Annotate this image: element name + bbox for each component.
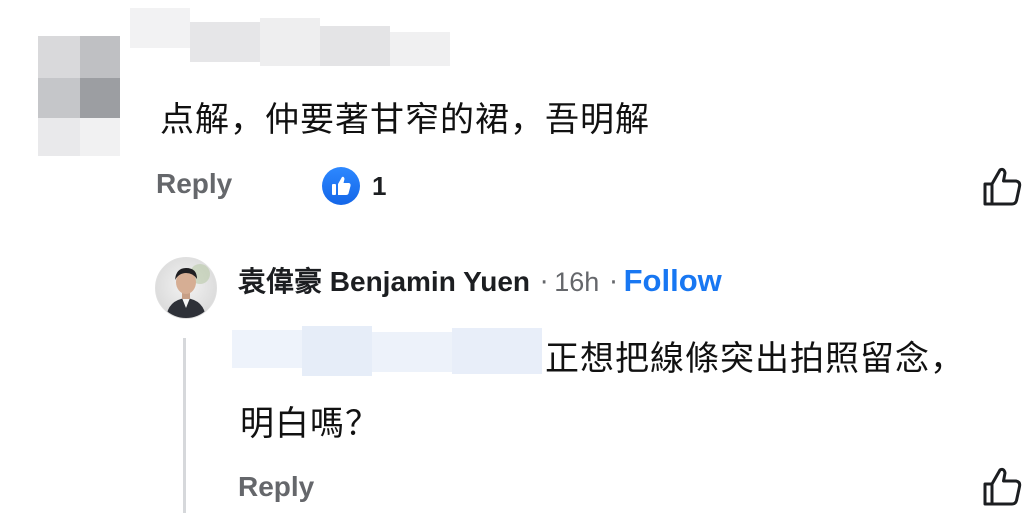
reaction-summary[interactable]: 1 (322, 167, 386, 205)
like-icon (322, 167, 360, 205)
comment-reply-button[interactable]: Reply (156, 168, 232, 200)
thumbs-up-outline-icon (983, 467, 1022, 506)
reply-header: 袁偉豪 Benjamin Yuen · 16h · Follow (238, 260, 722, 300)
avatar[interactable] (155, 257, 217, 319)
reply-text-line1: 正想把線條突出拍照留念， (545, 339, 965, 379)
reaction-count: 1 (372, 170, 387, 201)
reply-like-button[interactable] (980, 465, 1024, 509)
comment-text: 点解，仲要著甘窄的裙，吾明解 (160, 100, 650, 140)
thumbs-up-outline-icon (983, 167, 1022, 206)
author-name[interactable]: 袁偉豪 Benjamin Yuen (238, 260, 530, 300)
separator-dot: · (609, 268, 618, 298)
reply-reply-button[interactable]: Reply (238, 471, 314, 503)
timestamp[interactable]: 16h (554, 267, 599, 298)
redacted-avatar (38, 36, 120, 156)
follow-button[interactable]: Follow (624, 263, 722, 299)
redacted-name (130, 8, 460, 76)
reply-text-line2: 明白嗎？ (240, 404, 380, 444)
redacted-mention (232, 326, 542, 376)
comment-like-button[interactable] (980, 165, 1024, 209)
separator-dot: · (540, 268, 549, 298)
thread-line (183, 338, 186, 513)
